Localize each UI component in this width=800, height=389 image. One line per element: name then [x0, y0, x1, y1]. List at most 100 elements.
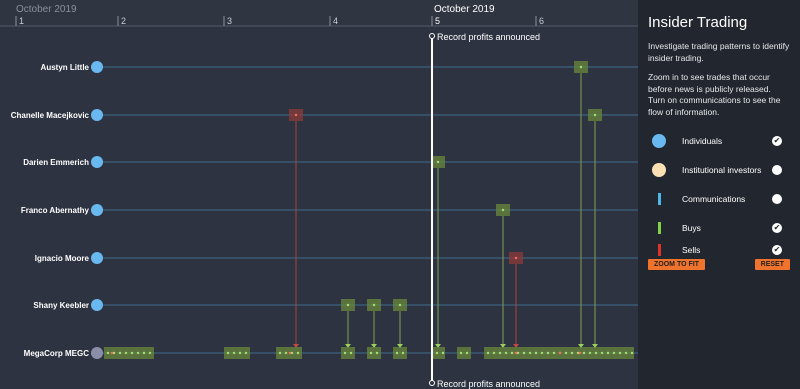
- insider-trading-panel: Insider Trading Investigate trading patt…: [638, 0, 800, 389]
- entity-label: Chanelle Macejkovic: [11, 111, 90, 120]
- entity-label: MegaCorp MEGC: [24, 349, 90, 358]
- toggle-institutional-checkbox[interactable]: [772, 164, 782, 175]
- trade-dot: [244, 351, 248, 355]
- trade-dot: [514, 351, 518, 355]
- panel-description-1: Investigate trading patterns to identify…: [648, 41, 790, 63]
- trade-dot: [624, 351, 628, 355]
- individual-node[interactable]: [91, 109, 103, 121]
- individual-icon: [648, 133, 670, 148]
- entity-label: Franco Abernathy: [21, 206, 90, 215]
- entity-label: Austyn Little: [41, 63, 90, 72]
- toggle-communications-checkbox[interactable]: [772, 193, 782, 204]
- trade-dot: [124, 351, 128, 355]
- month-label-left: October 2019: [16, 4, 77, 15]
- timeline-chart[interactable]: October 2019 October 2019 1 2 3 4 5 6 Austyn …: [0, 0, 638, 389]
- trade-dot: [618, 351, 622, 355]
- trade-dot: [514, 256, 518, 260]
- buy-icon: [648, 221, 670, 234]
- trade-dot: [148, 351, 152, 355]
- trade-dot: [346, 303, 350, 307]
- trade-marker[interactable]: [393, 347, 407, 359]
- trade-marker[interactable]: [457, 347, 471, 359]
- entity-label: Ignacio Moore: [35, 254, 90, 263]
- individual-node[interactable]: [91, 299, 103, 311]
- trade-dot: [630, 351, 634, 355]
- trade-dot: [435, 351, 439, 355]
- individual-node[interactable]: [91, 252, 103, 264]
- trade-dot: [600, 351, 604, 355]
- event-label-bottom: Record profits announced: [437, 379, 540, 389]
- trade-dot: [369, 351, 373, 355]
- trade-dot: [401, 351, 405, 355]
- trade-dot: [510, 351, 514, 355]
- trade-marker[interactable]: [367, 347, 381, 359]
- trade-dot: [504, 351, 508, 355]
- trade-dot: [441, 351, 445, 355]
- legend: Individuals ✔ Institutional investors Co…: [648, 126, 790, 270]
- trade-dot: [465, 351, 469, 355]
- trade-dot: [540, 351, 544, 355]
- trade-dot: [343, 351, 347, 355]
- trade-dot: [136, 351, 140, 355]
- day-tick-label: 1: [19, 16, 24, 26]
- event-label-top: Record profits announced: [437, 32, 540, 42]
- day-tick-label: 5: [435, 16, 440, 26]
- toggle-sells-checkbox[interactable]: ✔: [772, 245, 782, 255]
- trade-dot: [564, 351, 568, 355]
- legend-label: Institutional investors: [682, 164, 762, 175]
- legend-buys[interactable]: Buys ✔: [648, 213, 790, 242]
- trade-dot: [593, 113, 597, 117]
- trade-dot: [106, 351, 110, 355]
- company-node[interactable]: [91, 347, 103, 359]
- trade-dot: [226, 351, 230, 355]
- trade-dot: [612, 351, 616, 355]
- time-axis: October 2019 October 2019 1 2 3 4 5 6: [0, 0, 638, 27]
- toggle-buys-checkbox[interactable]: ✔: [772, 222, 782, 233]
- trade-dot: [284, 351, 288, 355]
- toggle-individuals-checkbox[interactable]: ✔: [772, 135, 782, 146]
- day-tick-label: 3: [227, 16, 232, 26]
- trade-dot: [492, 351, 496, 355]
- trade-dot: [349, 351, 353, 355]
- trade-marker[interactable]: [341, 347, 355, 359]
- trade-dot: [552, 351, 556, 355]
- trade-dot: [232, 351, 236, 355]
- trade-dot: [594, 351, 598, 355]
- reset-button[interactable]: RESET: [754, 259, 790, 270]
- trade-dot: [501, 208, 505, 212]
- trade-dot: [238, 351, 242, 355]
- entity-label: Shany Keebler: [33, 301, 89, 310]
- trade-dot: [118, 351, 122, 355]
- trade-dot: [486, 351, 490, 355]
- trade-dot: [558, 351, 562, 355]
- legend-sells[interactable]: Sells ✔: [648, 242, 790, 258]
- legend-label: Sells: [682, 245, 701, 255]
- trade-dot: [498, 351, 502, 355]
- trade-dot: [130, 351, 134, 355]
- day-tick-label: 6: [539, 16, 544, 26]
- trade-dot: [534, 351, 538, 355]
- day-tick-label: 4: [333, 16, 338, 26]
- zoom-to-fit-button[interactable]: ZOOM TO FIT: [648, 259, 705, 270]
- trade-dot: [588, 351, 592, 355]
- trade-dot: [582, 351, 586, 355]
- trade-dot: [459, 351, 463, 355]
- trade-dot: [398, 303, 402, 307]
- trade-dot: [570, 351, 574, 355]
- trade-dot: [436, 160, 440, 164]
- individual-node[interactable]: [91, 204, 103, 216]
- legend-institutional[interactable]: Institutional investors: [648, 155, 790, 184]
- individual-node[interactable]: [91, 156, 103, 168]
- legend-individuals[interactable]: Individuals ✔: [648, 126, 790, 155]
- communication-icon: [648, 192, 670, 205]
- legend-communications[interactable]: Communications: [648, 184, 790, 213]
- trade-dot: [110, 351, 114, 355]
- legend-label: Individuals: [682, 135, 723, 146]
- individual-node[interactable]: [91, 61, 103, 73]
- trade-dot: [606, 351, 610, 355]
- trade-dot: [395, 351, 399, 355]
- legend-label: Buys: [682, 222, 701, 233]
- panel-title: Insider Trading: [648, 14, 748, 31]
- trade-dot: [142, 351, 146, 355]
- trade-dot: [579, 65, 583, 69]
